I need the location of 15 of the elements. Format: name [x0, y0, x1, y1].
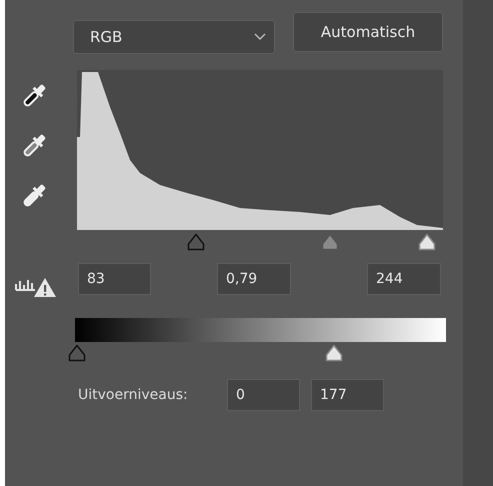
channel-dropdown[interactable]: RGB	[73, 20, 275, 54]
clipping-warning-icon	[15, 276, 57, 298]
input-field[interactable]: 0,79	[217, 263, 291, 295]
input-field[interactable]: 83	[78, 263, 151, 295]
input-field[interactable]: 244	[367, 263, 441, 295]
chevron-down-icon	[254, 33, 266, 41]
output-field[interactable]: 0	[227, 379, 300, 411]
slider-handle[interactable]	[186, 233, 205, 251]
output-field[interactable]: 177	[311, 379, 384, 411]
slider-handle[interactable]	[325, 344, 344, 362]
slider-handle[interactable]	[68, 344, 86, 362]
slider-handle[interactable]	[418, 233, 436, 251]
output-levels-label: Uitvoerniveaus:	[78, 386, 188, 405]
slider-handle[interactable]	[320, 233, 339, 251]
auto-button[interactable]: Automatisch	[293, 12, 443, 52]
